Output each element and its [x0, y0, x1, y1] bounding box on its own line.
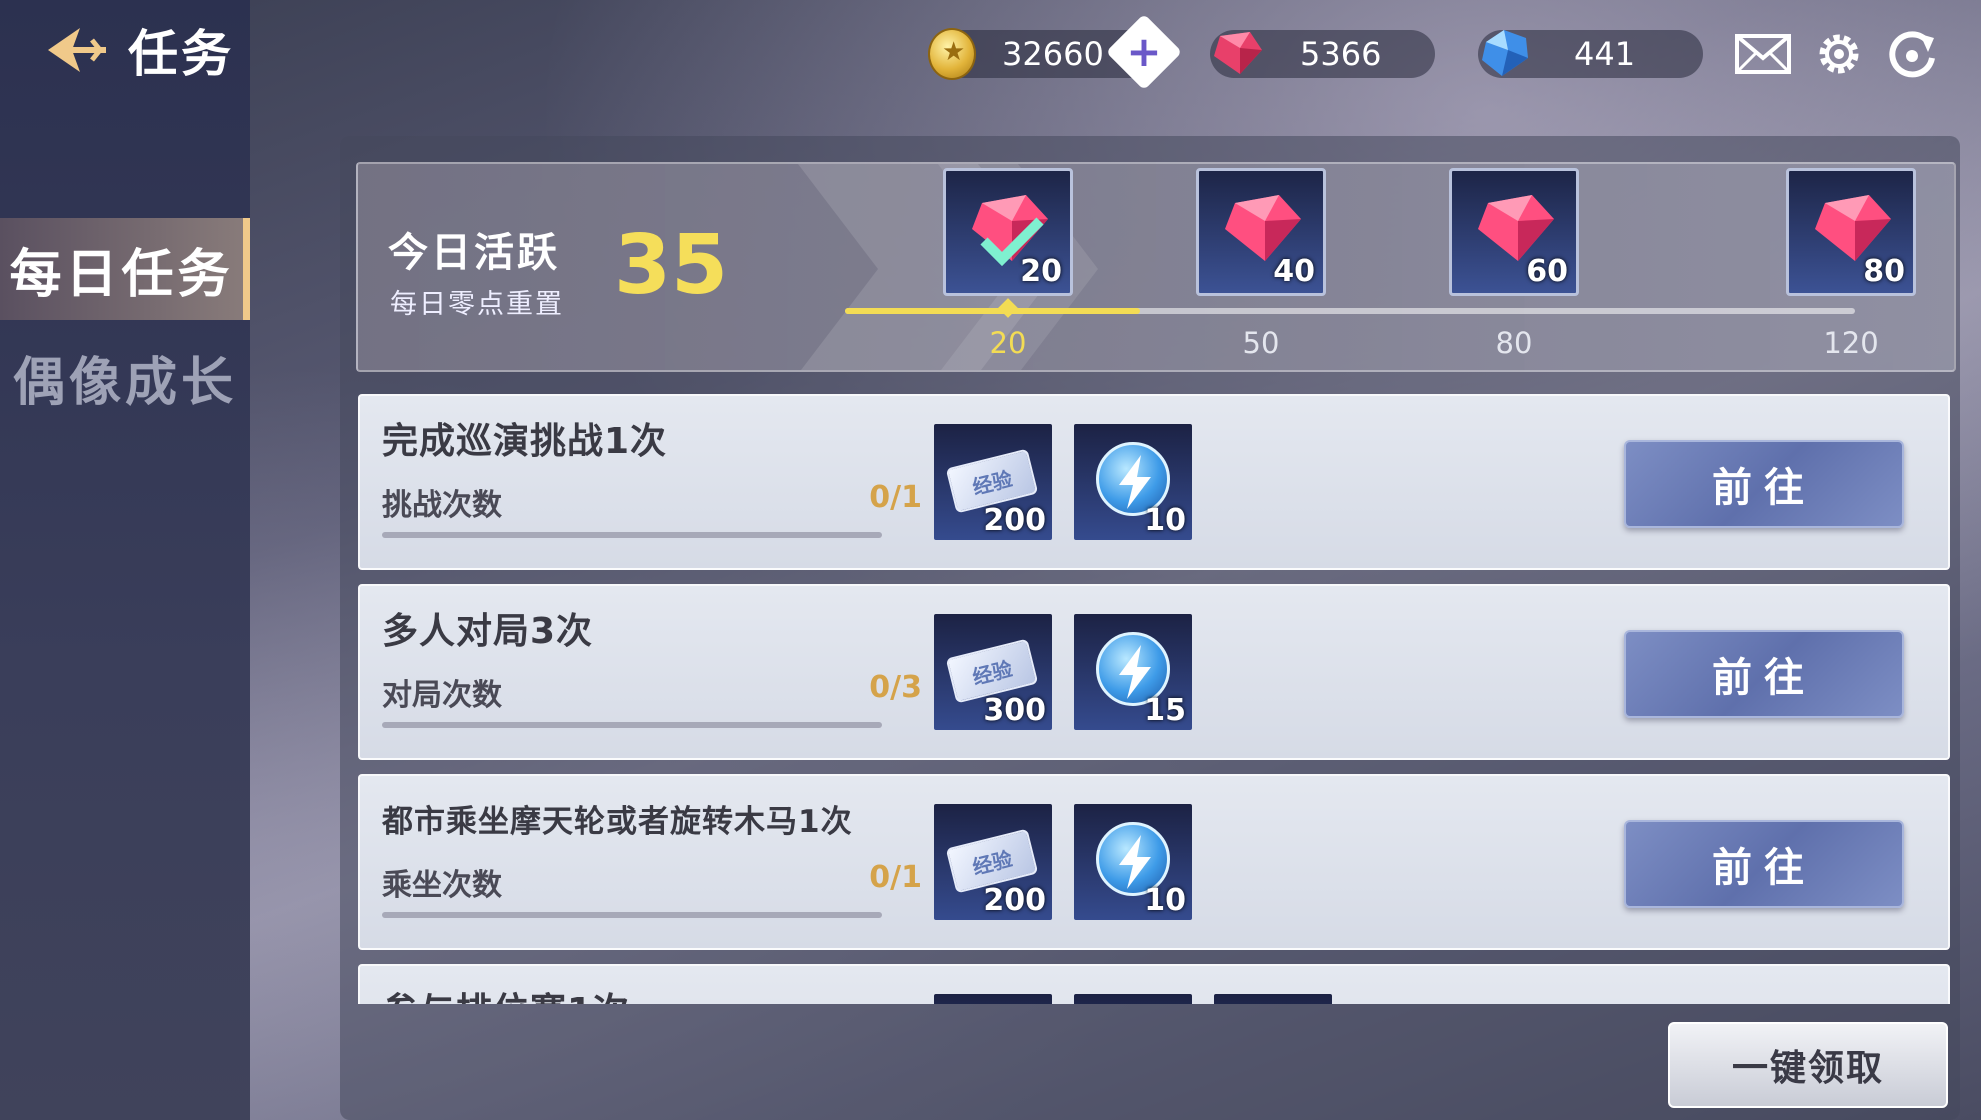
ruby-icon	[1214, 32, 1262, 74]
tab-daily-tasks[interactable]: 每日任务	[0, 218, 250, 320]
reward-energy[interactable]: 10	[1074, 424, 1192, 540]
task-metric: 乘坐次数	[382, 868, 502, 903]
settings-gear-icon[interactable]	[1810, 28, 1868, 80]
activity-title: 今日活跃	[388, 230, 560, 276]
task-name: 完成巡演挑战1次	[382, 421, 668, 462]
back-arrow-icon	[48, 28, 106, 72]
page-title: 任务	[128, 25, 234, 83]
claim-all-button[interactable]: 一键领取	[1668, 1022, 1948, 1108]
ticket-label: 经验	[970, 466, 1015, 500]
milestone-label: 50	[1242, 326, 1280, 360]
reward-amount: 10	[1144, 503, 1186, 538]
milestone-chest[interactable]: 80	[1786, 168, 1916, 296]
ticket-label: 经验	[970, 846, 1015, 880]
task-count: 0/3	[869, 670, 922, 705]
activity-progress-bar	[845, 308, 1855, 314]
task-progress-bar	[382, 912, 882, 918]
task-count: 0/1	[869, 860, 922, 895]
task-progress-bar	[382, 532, 882, 538]
task-name: 多人对局3次	[382, 611, 594, 652]
reward-slot	[1074, 994, 1192, 1004]
milestone-reward-amount: 20	[1020, 254, 1062, 289]
sidebar: 任务 每日任务 偶像成长	[0, 0, 250, 1120]
reward-ticket[interactable]: 经验 300	[934, 614, 1052, 730]
milestone-chest[interactable]: 40	[1196, 168, 1326, 296]
reward-energy[interactable]: 10	[1074, 804, 1192, 920]
refresh-icon[interactable]	[1884, 28, 1942, 80]
reward-amount: 10	[1144, 883, 1186, 918]
activity-reset-note: 每日零点重置	[390, 289, 564, 320]
milestone-label: 120	[1823, 326, 1879, 360]
milestone-reward-amount: 60	[1526, 254, 1568, 289]
task-progress-bar	[382, 722, 882, 728]
ruby-amount: 5366	[1300, 35, 1382, 73]
reward-ticket[interactable]: 经验 200	[934, 804, 1052, 920]
diamond-amount: 441	[1574, 35, 1636, 73]
go-button[interactable]: 前往	[1624, 630, 1904, 718]
task-item: 参与排位赛1次	[358, 964, 1950, 1004]
back-button[interactable]: 任务	[40, 14, 234, 86]
milestone-reward-amount: 40	[1273, 254, 1315, 289]
task-metric: 挑战次数	[382, 488, 502, 523]
go-button[interactable]: 前往	[1624, 820, 1904, 908]
reward-amount: 200	[983, 883, 1046, 918]
activity-points: 35	[614, 218, 729, 313]
task-item: 完成巡演挑战1次 挑战次数 0/1 经验 200 10 前往	[358, 394, 1950, 570]
mail-icon[interactable]	[1734, 28, 1792, 80]
reward-amount: 300	[983, 693, 1046, 728]
task-name: 都市乘坐摩天轮或者旋转木马1次	[382, 804, 853, 840]
activity-progress-fill	[845, 308, 1140, 314]
reward-amount: 15	[1144, 693, 1186, 728]
diamond-icon	[1482, 30, 1528, 76]
ticket-label: 经验	[970, 656, 1015, 690]
milestone-chest[interactable]: 60	[1449, 168, 1579, 296]
reward-ticket[interactable]: 经验 200	[934, 424, 1052, 540]
milestone-label: 80	[1495, 326, 1533, 360]
gold-amount: 32660	[1002, 35, 1104, 73]
go-button[interactable]: 前往	[1624, 440, 1904, 528]
task-list: 完成巡演挑战1次 挑战次数 0/1 经验 200 10 前往 多人对局3次 对局…	[358, 394, 1950, 1004]
task-item: 都市乘坐摩天轮或者旋转木马1次 乘坐次数 0/1 经验 200 10 前往	[358, 774, 1950, 950]
daily-activity-panel: 今日活跃 每日零点重置 35	[356, 162, 1956, 372]
reward-amount: 200	[983, 503, 1046, 538]
milestone-chest[interactable]: 20	[943, 168, 1073, 296]
milestone-label: 20	[989, 326, 1027, 360]
task-name: 参与排位赛1次	[382, 982, 630, 1004]
gold-coin-icon: ★	[928, 28, 976, 80]
task-metric: 对局次数	[382, 678, 502, 713]
reward-slot	[1214, 994, 1332, 1004]
reward-energy[interactable]: 15	[1074, 614, 1192, 730]
task-count: 0/1	[869, 480, 922, 515]
milestone-reward-amount: 80	[1863, 254, 1905, 289]
reward-slot	[934, 994, 1052, 1004]
add-gold-button[interactable]: +	[1105, 13, 1183, 91]
task-item: 多人对局3次 对局次数 0/3 经验 300 15 前往	[358, 584, 1950, 760]
tab-idol-growth[interactable]: 偶像成长	[0, 326, 250, 428]
